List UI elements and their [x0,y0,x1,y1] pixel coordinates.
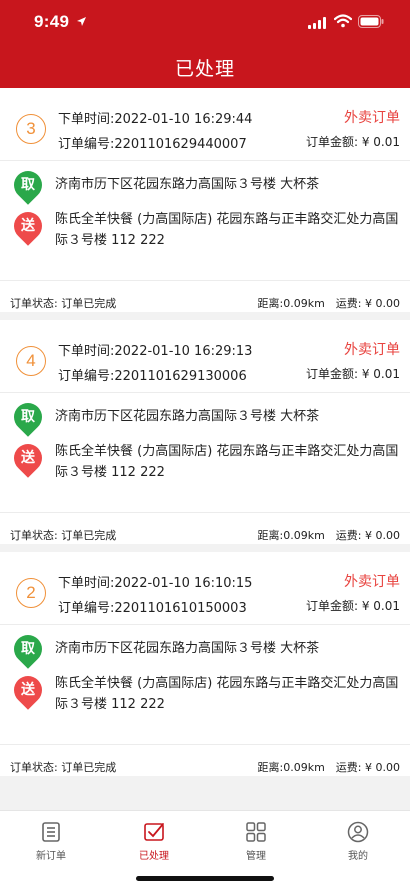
tab-label: 管理 [246,851,266,862]
signal-icon [308,17,326,29]
pickup-tag: 取 [21,177,35,193]
divider [0,160,410,161]
deliver-tag: 送 [21,682,35,698]
tab-label: 新订单 [36,851,66,862]
order-time: 下单时间:2022-01-10 16:10:15 [58,576,253,591]
order-distance-fee: 距离:0.09km 运费: ¥ 0.00 [257,761,400,774]
order-time: 下单时间:2022-01-10 16:29:13 [58,344,253,359]
order-distance-fee: 距离:0.09km 运费: ¥ 0.00 [257,297,400,310]
order-type: 外卖订单 [344,342,400,358]
order-amount: 订单金额: ¥ 0.01 [305,599,400,613]
deliver-tag: 送 [21,218,35,234]
tab-label: 我的 [348,851,368,862]
divider [0,512,410,513]
order-index-badge: 4 [16,346,46,376]
order-index-badge: 2 [16,578,46,608]
pickup-tag: 取 [21,641,35,657]
order-amount: 订单金额: ¥ 0.01 [305,135,400,149]
header: 9:49 已处理 [0,0,410,88]
tab-processed[interactable]: 已处理 [114,821,194,862]
order-number: 订单编号:2201101629440007 [58,137,247,152]
divider [0,280,410,281]
order-card[interactable]: 4 下单时间:2022-01-10 16:29:13 外卖订单 订单编号:220… [0,320,410,544]
order-amount: 订单金额: ¥ 0.01 [305,367,400,381]
order-number: 订单编号:2201101629130006 [58,369,247,384]
tab-new-orders[interactable]: 新订单 [11,821,91,862]
user-icon [347,821,369,843]
processed-icon [144,823,164,841]
order-time: 下单时间:2022-01-10 16:29:44 [58,112,253,127]
pickup-address: 济南市历下区花园东路力高国际３号楼 大杯茶 [55,641,320,656]
page-title: 已处理 [174,58,235,80]
order-status: 订单状态: 订单已完成 [10,761,117,774]
order-type: 外卖订单 [344,110,400,126]
battery-icon [358,15,384,28]
pickup-address: 济南市历下区花园东路力高国际３号楼 大杯茶 [55,177,320,192]
location-arrow-icon [77,17,86,26]
grid-icon [246,822,266,842]
home-indicator [136,876,274,881]
tab-label: 已处理 [139,851,169,862]
list-icon [42,822,60,842]
order-card[interactable]: 2 下单时间:2022-01-10 16:10:15 外卖订单 订单编号:220… [0,552,410,776]
pickup-tag: 取 [21,409,35,425]
deliver-tag: 送 [21,450,35,466]
tab-manage[interactable]: 管理 [216,821,296,862]
order-status: 订单状态: 订单已完成 [10,529,117,542]
pickup-address: 济南市历下区花园东路力高国际３号楼 大杯茶 [55,409,320,424]
deliver-address: 陈氏全羊快餐 (力高国际店) 花园东路与正丰路交汇处力高国际３号楼 112 22… [55,444,399,480]
divider [0,392,410,393]
tab-mine[interactable]: 我的 [318,821,398,862]
status-time: 9:49 [34,12,70,31]
deliver-address: 陈氏全羊快餐 (力高国际店) 花园东路与正丰路交汇处力高国际３号楼 112 22… [55,676,399,712]
status-bar: 9:49 [0,0,410,44]
divider [0,624,410,625]
order-distance-fee: 距离:0.09km 运费: ¥ 0.00 [257,529,400,542]
wifi-icon [334,14,352,28]
divider [0,744,410,745]
order-index-badge: 3 [16,114,46,144]
order-status: 订单状态: 订单已完成 [10,297,117,310]
order-type: 外卖订单 [344,574,400,590]
order-card[interactable]: 3 下单时间:2022-01-10 16:29:44 外卖订单 订单编号:220… [0,88,410,312]
deliver-address: 陈氏全羊快餐 (力高国际店) 花园东路与正丰路交汇处力高国际３号楼 112 22… [55,212,399,248]
order-number: 订单编号:2201101610150003 [58,601,247,616]
